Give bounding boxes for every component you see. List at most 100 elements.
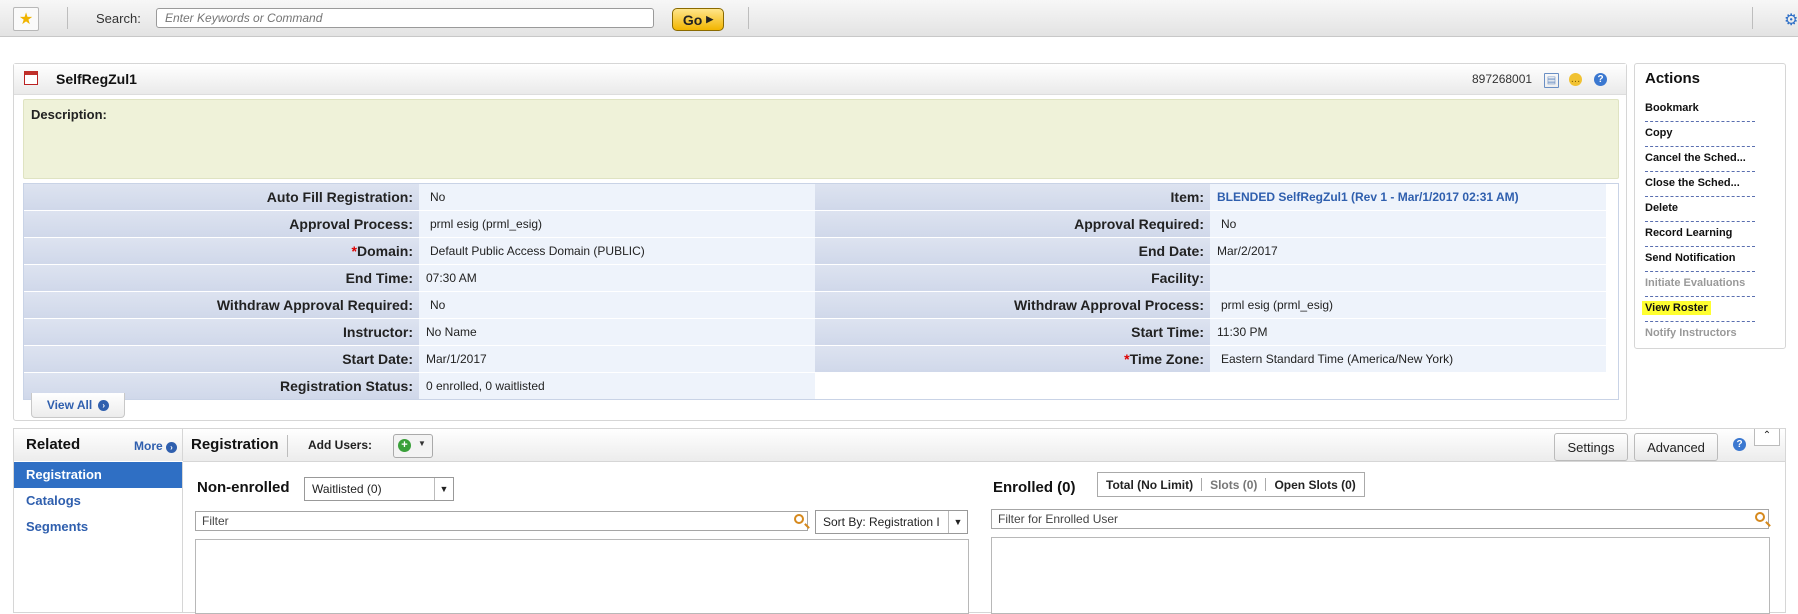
toolbar-divider bbox=[748, 7, 749, 29]
help-icon[interactable]: ? bbox=[1733, 438, 1746, 451]
action-cancel-schedule[interactable]: Cancel the Sched... bbox=[1645, 147, 1755, 172]
related-nav: Registration Catalogs Segments bbox=[14, 462, 183, 612]
gear-icon[interactable]: ⚙ bbox=[1784, 10, 1798, 29]
actions-panel: Actions Bookmark Copy Cancel the Sched..… bbox=[1634, 63, 1786, 349]
action-bookmark[interactable]: Bookmark bbox=[1645, 97, 1755, 122]
action-close-schedule[interactable]: Close the Sched... bbox=[1645, 172, 1755, 197]
non-enrolled-list[interactable] bbox=[195, 539, 969, 614]
field-label: End Time: bbox=[24, 265, 419, 291]
field-label: End Date: bbox=[815, 238, 1210, 264]
waitlisted-select[interactable]: Waitlisted (0) ▼ bbox=[304, 477, 454, 501]
details-row: Registration Status: 0 enrolled, 0 waitl… bbox=[24, 373, 1618, 399]
more-label: More bbox=[134, 439, 163, 453]
field-value: Mar/2/2017 bbox=[1210, 238, 1606, 264]
panel-header: SelfRegZul1 897268001 ▤ … ? bbox=[14, 64, 1626, 95]
sort-select-value: Sort By: Registration I bbox=[823, 515, 940, 529]
comment-icon[interactable]: … bbox=[1569, 73, 1582, 86]
field-value: 0 enrolled, 0 waitlisted bbox=[419, 373, 815, 399]
details-row: Auto Fill Registration: No Item: BLENDED… bbox=[24, 184, 1618, 211]
field-label: Facility: bbox=[815, 265, 1210, 291]
toolbar-divider bbox=[1752, 7, 1753, 29]
field-label: Start Time: bbox=[815, 319, 1210, 345]
field-value: Mar/1/2017 bbox=[419, 346, 815, 372]
plus-circle-icon: + bbox=[398, 439, 411, 452]
search-icon bbox=[794, 514, 804, 524]
field-value: prml esig (prml_esig) bbox=[1210, 292, 1606, 318]
item-code: 897268001 bbox=[1472, 72, 1533, 86]
related-item-registration[interactable]: Registration bbox=[14, 462, 182, 488]
settings-button[interactable]: Settings bbox=[1554, 433, 1628, 461]
action-send-notification[interactable]: Send Notification bbox=[1645, 247, 1755, 272]
field-label-text: Time Zone: bbox=[1129, 351, 1204, 367]
enrolled-tabs: Total (No Limit) Slots (0) Open Slots (0… bbox=[1097, 472, 1365, 497]
details-row: Start Date: Mar/1/2017 *Time Zone: Easte… bbox=[24, 346, 1618, 373]
action-delete[interactable]: Delete bbox=[1645, 197, 1755, 222]
description-box: Description: bbox=[23, 99, 1619, 179]
field-label: Item: bbox=[815, 184, 1210, 210]
advanced-button[interactable]: Advanced bbox=[1634, 433, 1718, 461]
empty-cell bbox=[815, 373, 1607, 399]
toolbar-divider bbox=[67, 7, 68, 29]
non-enrolled-filter-input[interactable]: Filter bbox=[195, 511, 808, 531]
non-enrolled-title: Non-enrolled bbox=[197, 479, 290, 496]
field-value: prml esig (prml_esig) bbox=[419, 211, 815, 237]
details-icon[interactable]: ▤ bbox=[1544, 73, 1559, 88]
go-label: Go bbox=[682, 11, 703, 28]
registration-section: Related More › Registration Catalogs Seg… bbox=[13, 428, 1786, 614]
search-label: Search: bbox=[96, 11, 141, 26]
add-users-button[interactable]: + ▼ bbox=[393, 434, 433, 458]
details-row: Approval Process: prml esig (prml_esig) … bbox=[24, 211, 1618, 238]
related-item-catalogs[interactable]: Catalogs bbox=[14, 488, 182, 514]
description-label: Description: bbox=[31, 107, 107, 122]
details-row: Instructor: No Name Start Time: 11:30 PM bbox=[24, 319, 1618, 346]
favorites-star-icon[interactable]: ★ bbox=[13, 7, 39, 31]
filter-placeholder: Filter bbox=[202, 514, 229, 528]
field-label-text: Domain: bbox=[357, 243, 413, 259]
field-value: Eastern Standard Time (America/New York) bbox=[1210, 346, 1606, 372]
search-input[interactable] bbox=[156, 8, 654, 28]
field-value: No bbox=[419, 292, 815, 318]
collapse-icon[interactable]: ⌃ bbox=[1754, 429, 1780, 446]
tab-total[interactable]: Total (No Limit) bbox=[1098, 478, 1201, 492]
tab-open-slots[interactable]: Open Slots (0) bbox=[1266, 478, 1363, 492]
page-title: SelfRegZul1 bbox=[56, 71, 137, 87]
field-value bbox=[1210, 265, 1606, 291]
schedule-details-panel: SelfRegZul1 897268001 ▤ … ? Description:… bbox=[13, 63, 1627, 421]
header-divider bbox=[287, 435, 288, 457]
more-link[interactable]: More › bbox=[134, 439, 178, 453]
calendar-icon bbox=[24, 71, 38, 85]
item-link[interactable]: BLENDED SelfRegZul1 (Rev 1 - Mar/1/2017 … bbox=[1210, 184, 1606, 210]
action-view-roster[interactable]: View Roster bbox=[1642, 297, 1755, 322]
arrow-right-circle-icon: › bbox=[98, 399, 110, 411]
help-icon[interactable]: ? bbox=[1594, 73, 1607, 86]
field-label: Start Date: bbox=[24, 346, 419, 372]
related-item-segments[interactable]: Segments bbox=[14, 514, 182, 540]
field-label: Withdraw Approval Required: bbox=[24, 292, 419, 318]
action-notify-instructors: Notify Instructors bbox=[1645, 327, 1737, 339]
chevron-down-icon: ▼ bbox=[418, 439, 426, 448]
sort-select[interactable]: Sort By: Registration I ▼ bbox=[815, 510, 968, 534]
tab-slots[interactable]: Slots (0) bbox=[1202, 478, 1265, 492]
action-initiate-evaluations: Initiate Evaluations bbox=[1645, 272, 1755, 297]
enrolled-filter-placeholder: Filter for Enrolled User bbox=[998, 512, 1119, 526]
field-label: *Domain: bbox=[24, 238, 419, 264]
field-value: 11:30 PM bbox=[1210, 319, 1606, 345]
registration-header: Registration Add Users: + ▼ Settings Adv… bbox=[183, 429, 1785, 462]
go-button[interactable]: Go ▶ bbox=[672, 8, 724, 31]
action-record-learning[interactable]: Record Learning bbox=[1645, 222, 1755, 247]
details-row: End Time: 07:30 AM Facility: bbox=[24, 265, 1618, 292]
view-all-button[interactable]: View All › bbox=[31, 393, 125, 418]
field-value: 07:30 AM bbox=[419, 265, 815, 291]
play-arrow-icon: ▶ bbox=[706, 14, 714, 24]
enrolled-list[interactable] bbox=[991, 537, 1770, 614]
registration-title: Registration bbox=[191, 436, 279, 453]
related-header: Related More › bbox=[14, 429, 183, 461]
search-icon bbox=[1755, 512, 1765, 522]
field-label: Instructor: bbox=[24, 319, 419, 345]
field-label: Withdraw Approval Process: bbox=[815, 292, 1210, 318]
add-users-label: Add Users: bbox=[308, 438, 373, 452]
action-copy[interactable]: Copy bbox=[1645, 122, 1755, 147]
arrow-right-circle-icon: › bbox=[166, 442, 178, 453]
enrolled-filter-input[interactable]: Filter for Enrolled User bbox=[991, 509, 1769, 529]
details-table: Auto Fill Registration: No Item: BLENDED… bbox=[23, 183, 1619, 400]
